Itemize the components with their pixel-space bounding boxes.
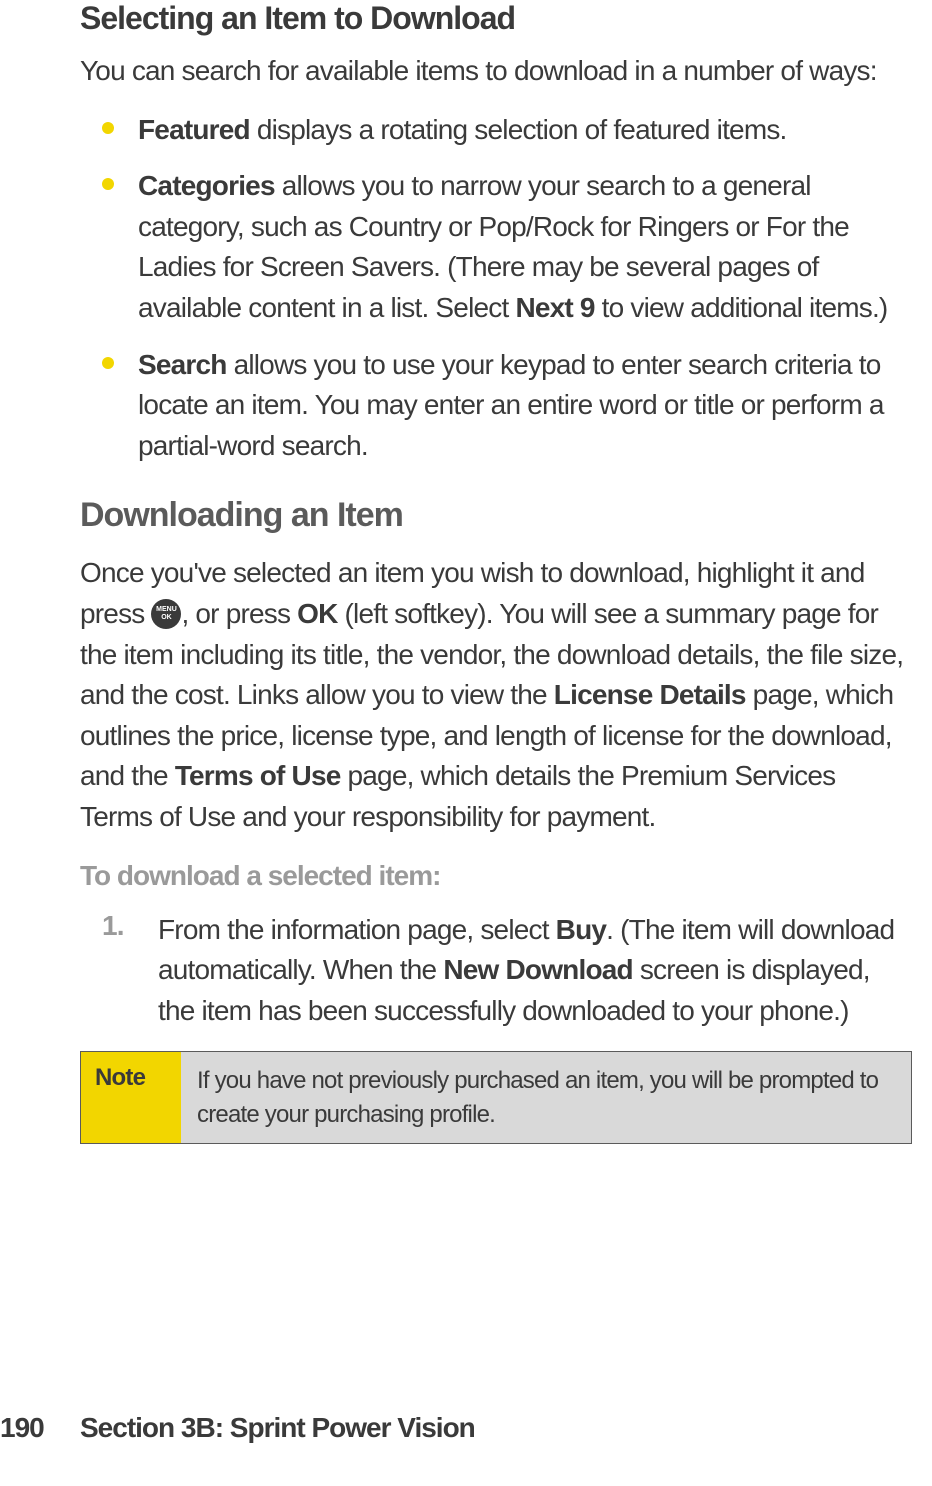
page-footer: 190 Section 3B: Sprint Power Vision — [0, 1412, 932, 1444]
bullet-item: Search allows you to use your keypad to … — [80, 345, 912, 467]
bold-license-details: License Details — [554, 679, 746, 710]
bullet-dot-icon — [102, 178, 114, 190]
bold-buy: Buy — [556, 914, 607, 945]
menu-ok-icon: MENUOK — [151, 599, 181, 629]
subheading-to-download: To download a selected item: — [80, 860, 912, 892]
heading-selecting-item: Selecting an Item to Download — [80, 0, 912, 37]
bullet-dot-icon — [102, 357, 114, 369]
numbered-list: 1. From the information page, select Buy… — [80, 910, 912, 1032]
note-box: Note If you have not previously purchase… — [80, 1051, 912, 1144]
note-label: Note — [81, 1052, 181, 1143]
bullet-bold: Search — [138, 349, 227, 380]
bold-ok: OK — [297, 598, 337, 629]
download-paragraph: Once you've selected an item you wish to… — [80, 553, 912, 837]
bullet-text: Featured displays a rotating selection o… — [138, 110, 787, 151]
bullet-item: Featured displays a rotating selection o… — [80, 110, 912, 151]
bullet-bold: Featured — [138, 114, 250, 145]
bullet-bold: Categories — [138, 170, 275, 201]
footer-section-label: Section 3B: Sprint Power Vision — [80, 1412, 475, 1444]
bullet-list: Featured displays a rotating selection o… — [80, 110, 912, 467]
step-text: From the information page, select Buy. (… — [158, 910, 912, 1032]
bullet-text: Categories allows you to narrow your sea… — [138, 166, 912, 328]
bold-terms-of-use: Terms of Use — [175, 760, 341, 791]
heading-downloading-item: Downloading an Item — [80, 496, 912, 535]
intro-paragraph: You can search for available items to do… — [80, 51, 912, 92]
bullet-text: Search allows you to use your keypad to … — [138, 345, 912, 467]
bullet-bold-next9: Next 9 — [515, 292, 594, 323]
page-number: 190 — [0, 1412, 80, 1444]
bullet-dot-icon — [102, 122, 114, 134]
numbered-item: 1. From the information page, select Buy… — [80, 910, 912, 1032]
step-marker: 1. — [102, 910, 142, 942]
bold-new-download: New Download — [443, 954, 633, 985]
bullet-item: Categories allows you to narrow your sea… — [80, 166, 912, 328]
note-content: If you have not previously purchased an … — [181, 1052, 911, 1143]
